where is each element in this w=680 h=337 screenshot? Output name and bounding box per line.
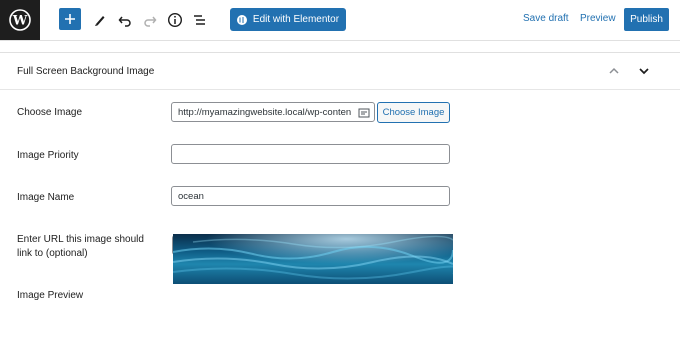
image-name-value: ocean <box>178 190 204 202</box>
choose-image-button[interactable]: Choose Image <box>377 102 450 123</box>
chevron-down-icon <box>639 68 649 75</box>
image-preview <box>173 234 453 284</box>
plus-icon <box>65 14 75 24</box>
choose-image-label: Choose Image <box>17 107 83 118</box>
redo-icon <box>144 16 157 27</box>
list-view-icon <box>194 15 205 25</box>
tools-button[interactable] <box>88 8 112 32</box>
image-priority-label: Image Priority <box>17 150 79 161</box>
image-name-label: Image Name <box>17 192 75 203</box>
list-view-button[interactable] <box>188 8 212 32</box>
image-url-input[interactable]: http://myamazingwebsite.local/wp-conten <box>171 102 375 122</box>
fullscreen-background-metabox: Full Screen Background Image Choose Imag… <box>0 52 680 337</box>
metabox-header: Full Screen Background Image <box>0 53 680 90</box>
wordpress-logo-icon[interactable]: W <box>0 0 40 40</box>
image-name-input[interactable]: ocean <box>171 186 450 206</box>
svg-text:W: W <box>12 14 28 29</box>
autofill-icon <box>358 106 370 118</box>
add-block-button[interactable] <box>59 8 81 30</box>
details-button[interactable] <box>163 8 187 32</box>
redo-button[interactable] <box>138 8 162 32</box>
image-preview-label: Image Preview <box>17 290 84 301</box>
image-priority-input[interactable] <box>171 144 450 164</box>
publish-button[interactable]: Publish <box>624 8 669 31</box>
edit-with-elementor-button[interactable]: Edit with Elementor <box>230 8 346 31</box>
undo-button[interactable] <box>113 8 137 32</box>
undo-icon <box>118 16 131 27</box>
edit-with-elementor-label: Edit with Elementor <box>252 14 340 25</box>
metabox-title: Full Screen Background Image <box>17 66 155 77</box>
save-draft-link[interactable]: Save draft <box>523 13 569 24</box>
editor-toolbar: W Edit with Elementor Save draft Preview… <box>0 0 680 41</box>
pen-icon <box>95 16 105 26</box>
move-up-button[interactable] <box>606 63 622 79</box>
move-down-button[interactable] <box>636 63 652 79</box>
link-url-label: Enter URL this image should link to (opt… <box>17 234 144 259</box>
chevron-up-icon <box>609 67 619 74</box>
info-icon <box>167 12 183 28</box>
image-url-value: http://myamazingwebsite.local/wp-conten <box>178 106 352 118</box>
preview-link[interactable]: Preview <box>580 13 616 24</box>
elementor-icon <box>236 14 247 25</box>
